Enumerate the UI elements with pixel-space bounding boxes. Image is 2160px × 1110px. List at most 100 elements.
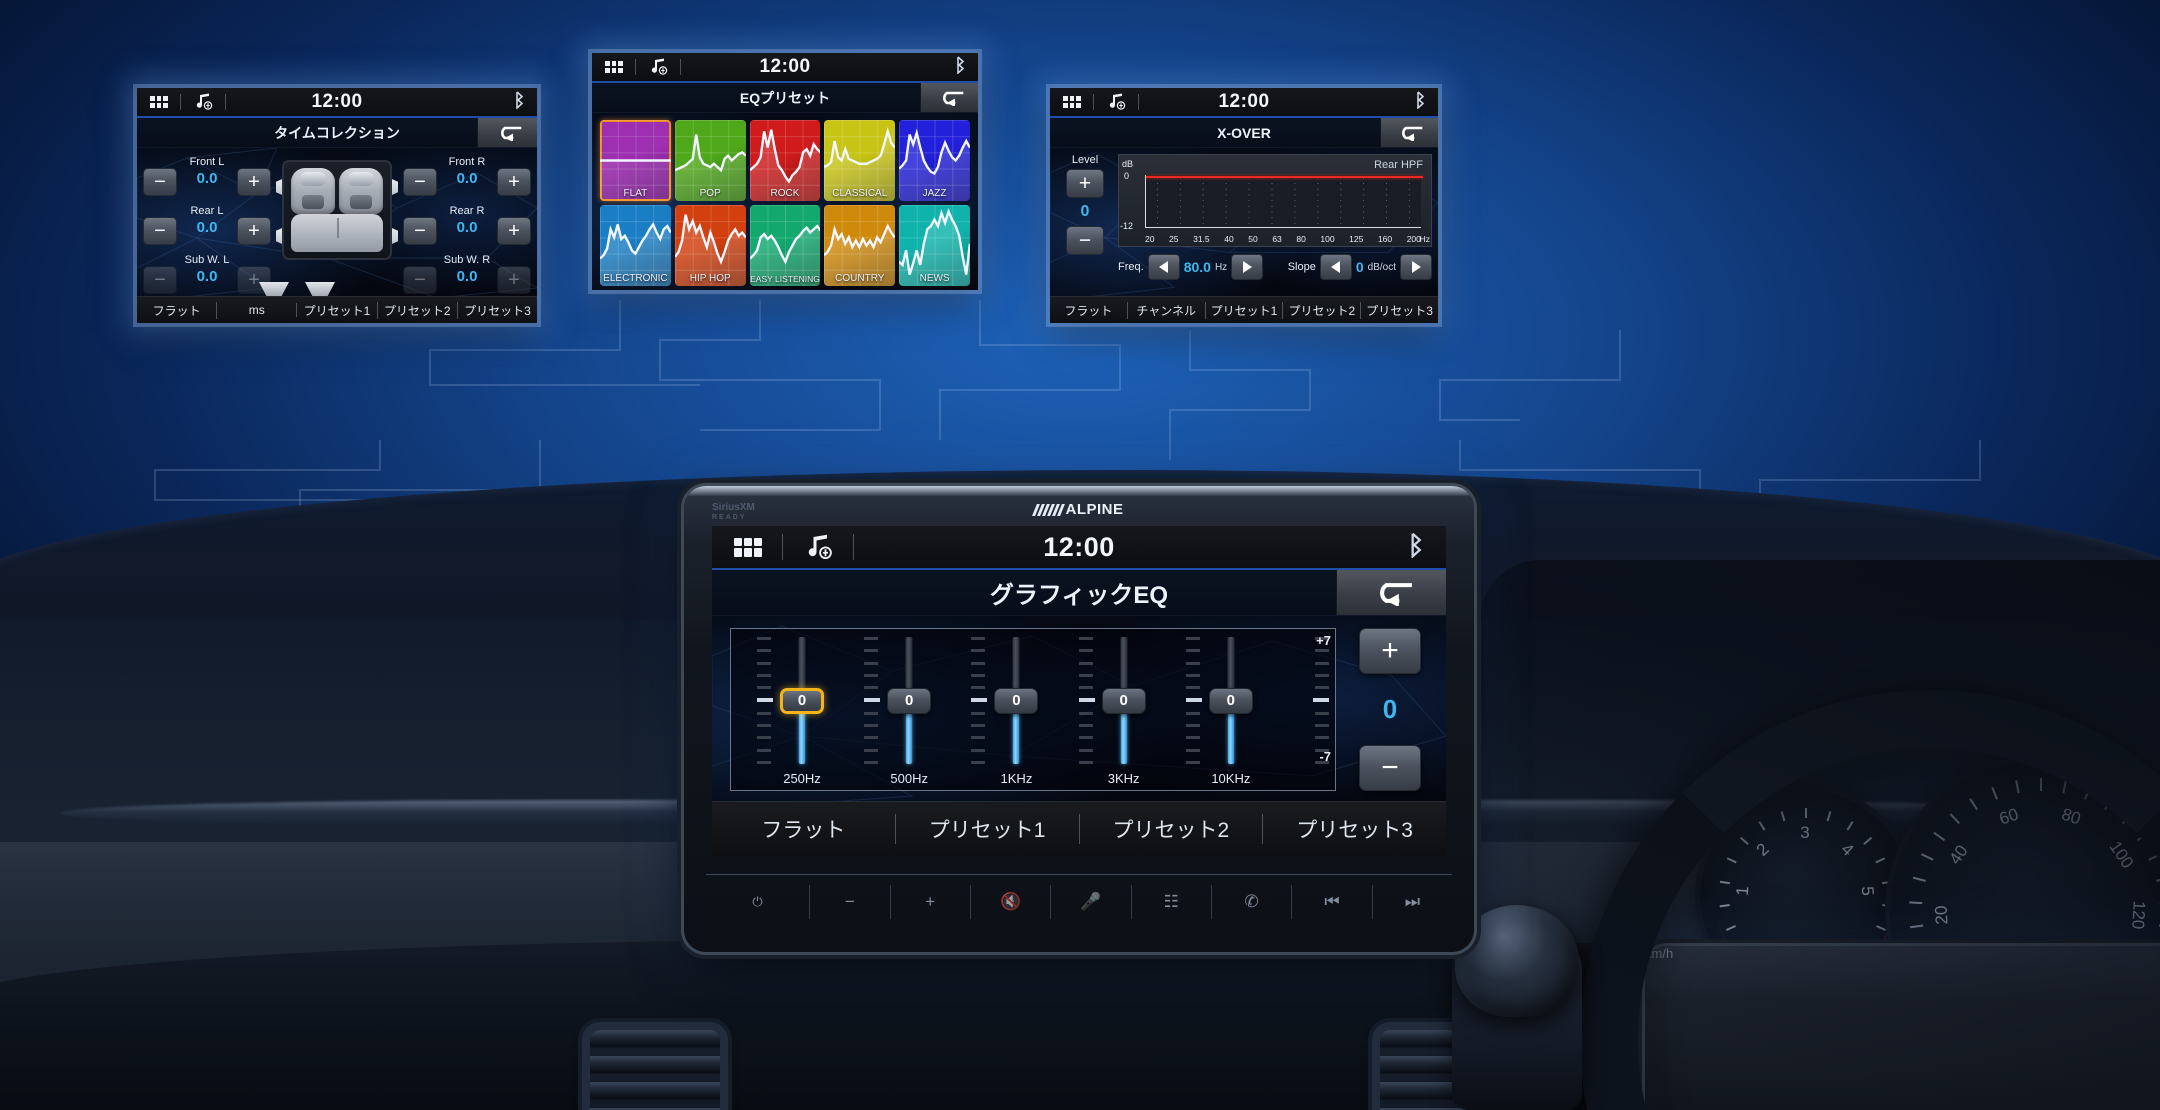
- eq-band-knob[interactable]: 0: [780, 687, 825, 714]
- x-tick-label: 25: [1169, 234, 1179, 244]
- slope-increase-button[interactable]: [1400, 254, 1432, 280]
- eq-scale-min: -7: [1319, 749, 1331, 764]
- footer-button[interactable]: チャンネル: [1128, 301, 1206, 319]
- head-unit-display[interactable]: 12:00 グラフィックEQ 0 250Hz 0 500Hz 0 1KHz 0 …: [712, 526, 1446, 856]
- xover-panel[interactable]: 12:00 X-OVER Level + 0 − dB 0 -12 Rear H…: [1050, 88, 1438, 323]
- eq-level-minus-button[interactable]: −: [1359, 745, 1421, 791]
- eq-band-scale: [757, 637, 773, 764]
- decrease-button[interactable]: −: [403, 168, 437, 196]
- decrease-button[interactable]: −: [143, 217, 177, 245]
- eq-preset-tile[interactable]: NEWS: [899, 205, 970, 286]
- decrease-button[interactable]: −: [403, 266, 437, 294]
- decrease-button[interactable]: −: [143, 168, 177, 196]
- channel-label: Sub W. L: [184, 254, 230, 266]
- eq-band[interactable]: 0 3KHz: [1078, 637, 1186, 786]
- level-minus-button[interactable]: −: [1066, 226, 1104, 255]
- eq-preset-tile[interactable]: EASY LISTENING: [749, 205, 821, 286]
- alpine-logo: ALPINE: [1032, 501, 1123, 518]
- eq-band-sliders: 0 250Hz 0 500Hz 0 1KHz 0 3KHz 0 10KHz: [757, 637, 1293, 786]
- siriusxm-ready-label: SiriusXM READY: [712, 502, 755, 521]
- eq-preset-tile[interactable]: ELECTRONIC: [600, 205, 671, 286]
- preset-footer: フラット チャンネル プリセット1 プリセット2 プリセット3: [1050, 296, 1438, 323]
- eq-level-plus-button[interactable]: +: [1359, 628, 1421, 674]
- eq-band[interactable]: 0 10KHz: [1185, 637, 1293, 786]
- music-note-source-icon[interactable]: [803, 534, 833, 561]
- graphic-eq-chart[interactable]: 0 250Hz 0 500Hz 0 1KHz 0 3KHz 0 10KHz +7 -7: [730, 628, 1336, 791]
- eq-band[interactable]: 0 500Hz: [864, 637, 971, 786]
- alpine-logo-bars: [1032, 503, 1065, 516]
- freq-decrease-button[interactable]: [1147, 254, 1180, 280]
- eq-preset-tile[interactable]: CLASSICAL: [824, 120, 896, 201]
- increase-button[interactable]: +: [497, 217, 531, 245]
- bluetooth-icon: [1414, 90, 1426, 114]
- volume-down-button[interactable]: −: [810, 884, 891, 919]
- eq-preset-tile[interactable]: COUNTRY: [824, 205, 896, 286]
- eq-preset-tile[interactable]: ROCK: [749, 120, 821, 201]
- eq-preset-panel[interactable]: 12:00 EQプリセット FLAT POP ROCK CLASSICAL JAZZ EL…: [592, 53, 978, 290]
- eq-band-knob[interactable]: 0: [1101, 687, 1146, 714]
- footer-button[interactable]: プリセット2: [1080, 814, 1264, 844]
- decrease-button[interactable]: −: [403, 217, 437, 245]
- eq-band-knob[interactable]: 0: [1208, 687, 1253, 714]
- eq-band[interactable]: 0 250Hz: [757, 637, 864, 786]
- back-button[interactable]: [1379, 118, 1438, 147]
- footer-button[interactable]: プリセット2: [1283, 301, 1362, 319]
- eq-band-label: 3KHz: [1107, 771, 1140, 786]
- track-next-button[interactable]: ⏭: [1373, 885, 1452, 919]
- eq-band[interactable]: 0 1KHz: [971, 637, 1078, 786]
- eq-preset-tile[interactable]: JAZZ: [899, 120, 970, 201]
- music-note-source-icon[interactable]: [648, 58, 668, 76]
- track-prev-button[interactable]: ⏮: [1292, 884, 1373, 919]
- xover-channel-label: Rear HPF: [1374, 159, 1423, 171]
- back-button[interactable]: [477, 118, 537, 147]
- apps-button[interactable]: ☷: [1132, 884, 1212, 919]
- music-note-source-icon[interactable]: [1106, 93, 1126, 111]
- increase-button[interactable]: +: [497, 266, 531, 294]
- panel-title-bar: グラフィックEQ: [712, 570, 1446, 616]
- increase-button[interactable]: +: [237, 168, 271, 196]
- head-unit[interactable]: SiriusXM READY ALPINE 12:00 グラフィックEQ 0 2…: [684, 486, 1474, 952]
- power-button[interactable]: ⏻: [706, 884, 811, 919]
- apps-grid-icon[interactable]: [1050, 96, 1081, 108]
- voice-mic-button[interactable]: 🎤: [1051, 884, 1132, 919]
- bluetooth-icon: [513, 90, 525, 114]
- footer-button[interactable]: フラット: [1050, 301, 1128, 319]
- footer-button[interactable]: プリセット1: [1206, 301, 1284, 319]
- footer-button[interactable]: プリセット2: [378, 301, 458, 319]
- eq-preset-tile[interactable]: HIP HOP: [674, 205, 746, 286]
- chevron-left-icon: [1159, 261, 1169, 273]
- music-note-source-icon[interactable]: [193, 93, 213, 111]
- chevron-left-icon: [1331, 261, 1341, 273]
- time-collection-panel[interactable]: 12:00 タイムコレクション Front L 0.0 − + Rear L 0…: [137, 88, 537, 323]
- footer-button[interactable]: ms: [217, 303, 298, 317]
- footer-button[interactable]: プリセット1: [896, 814, 1080, 844]
- footer-button[interactable]: フラット: [137, 301, 218, 319]
- eq-band-scale: [1185, 637, 1202, 764]
- apps-grid-icon[interactable]: [137, 96, 168, 108]
- eq-band-knob[interactable]: 0: [994, 687, 1039, 714]
- level-plus-button[interactable]: +: [1066, 169, 1104, 198]
- bezel-highlight: [684, 486, 1474, 496]
- slope-decrease-button[interactable]: [1319, 254, 1352, 280]
- footer-button[interactable]: プリセット3: [1263, 814, 1446, 844]
- back-button[interactable]: [920, 83, 978, 112]
- phone-button[interactable]: ✆: [1212, 884, 1293, 919]
- apps-grid-icon[interactable]: [712, 537, 762, 557]
- increase-button[interactable]: +: [497, 168, 531, 196]
- eq-preset-tile[interactable]: FLAT: [600, 120, 671, 201]
- freq-increase-button[interactable]: [1231, 254, 1264, 280]
- xover-curve: [1146, 176, 1423, 178]
- footer-button[interactable]: プリセット1: [297, 301, 378, 319]
- decrease-button[interactable]: −: [143, 266, 177, 294]
- eq-preset-tile[interactable]: POP: [674, 120, 746, 201]
- volume-up-button[interactable]: +: [891, 884, 971, 919]
- dashboard-shadow: [1480, 560, 2160, 1110]
- back-button[interactable]: [1335, 570, 1446, 615]
- footer-button[interactable]: フラット: [712, 814, 896, 844]
- mute-button[interactable]: 🔇: [971, 884, 1052, 919]
- increase-button[interactable]: +: [237, 217, 271, 245]
- footer-button[interactable]: プリセット3: [458, 302, 537, 319]
- apps-grid-icon[interactable]: [592, 61, 623, 73]
- eq-band-knob[interactable]: 0: [887, 687, 932, 714]
- footer-button[interactable]: プリセット3: [1361, 302, 1438, 319]
